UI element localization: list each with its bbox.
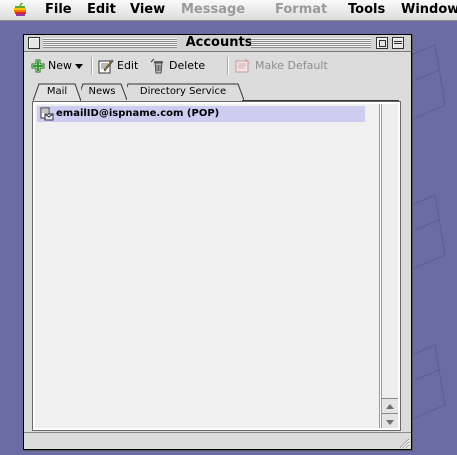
- new-icon: [31, 59, 45, 73]
- accounts-list[interactable]: emailID@ispname.com (POP): [35, 104, 380, 428]
- make-default-button[interactable]: Make Default: [235, 58, 335, 74]
- menu-view[interactable]: View: [130, 2, 165, 17]
- accounts-window: Accounts New Edit Delete Make Default Ma…: [23, 34, 412, 450]
- toolbar-separator: [227, 57, 228, 75]
- menu-bar: File Edit View Message Format Tools Wind…: [0, 0, 457, 21]
- status-bar: [24, 432, 411, 450]
- list-item[interactable]: emailID@ispname.com (POP): [37, 106, 365, 122]
- apple-menu-icon[interactable]: [13, 3, 27, 17]
- scroll-down-arrow[interactable]: [382, 413, 398, 428]
- title-stripes-right: [251, 38, 371, 48]
- chevron-down-icon: [75, 64, 83, 69]
- delete-button-label: Delete: [169, 59, 206, 72]
- close-box[interactable]: [28, 37, 40, 49]
- account-name: emailID@ispname.com (POP): [56, 108, 220, 119]
- menu-message[interactable]: Message: [181, 2, 245, 17]
- menu-tools[interactable]: Tools: [348, 2, 385, 17]
- zoom-box[interactable]: [376, 37, 388, 49]
- tab-directory-service[interactable]: Directory Service: [122, 83, 244, 100]
- tab-mail[interactable]: Mail: [33, 83, 81, 101]
- window-title: Accounts: [177, 35, 261, 51]
- toolbar: New Edit Delete Make Default: [24, 52, 411, 79]
- delete-button[interactable]: Delete: [150, 58, 220, 74]
- mail-account-icon: [40, 107, 54, 121]
- vertical-scrollbar[interactable]: [381, 104, 398, 428]
- tab-mail-label: Mail: [46, 86, 68, 97]
- tab-news-label: News: [88, 86, 116, 97]
- edit-icon: [98, 59, 114, 74]
- toolbar-separator: [91, 57, 92, 75]
- account-type-tabs: Mail News Directory Service: [31, 83, 401, 101]
- menu-format[interactable]: Format: [275, 2, 327, 17]
- edit-button-label: Edit: [117, 59, 139, 72]
- title-stripes-left: [43, 38, 177, 48]
- scroll-up-arrow[interactable]: [382, 398, 398, 413]
- accounts-list-frame: emailID@ispname.com (POP): [32, 101, 401, 431]
- arrow-down-icon: [386, 420, 394, 425]
- arrow-up-icon: [386, 404, 394, 409]
- tab-news[interactable]: News: [77, 83, 127, 100]
- trash-icon: [150, 58, 163, 74]
- edit-button[interactable]: Edit: [98, 58, 146, 74]
- menu-file[interactable]: File: [45, 2, 72, 17]
- new-button-label: New: [48, 59, 72, 72]
- title-bar[interactable]: Accounts: [24, 35, 411, 52]
- new-button[interactable]: New: [31, 58, 86, 74]
- resize-grip-icon[interactable]: [396, 435, 410, 449]
- menu-edit[interactable]: Edit: [87, 2, 116, 17]
- make-default-button-label: Make Default: [255, 59, 328, 72]
- collapse-box[interactable]: [392, 37, 404, 49]
- make-default-icon: [235, 58, 250, 73]
- tab-directory-service-label: Directory Service: [139, 86, 227, 97]
- menu-window[interactable]: Window: [401, 2, 457, 17]
